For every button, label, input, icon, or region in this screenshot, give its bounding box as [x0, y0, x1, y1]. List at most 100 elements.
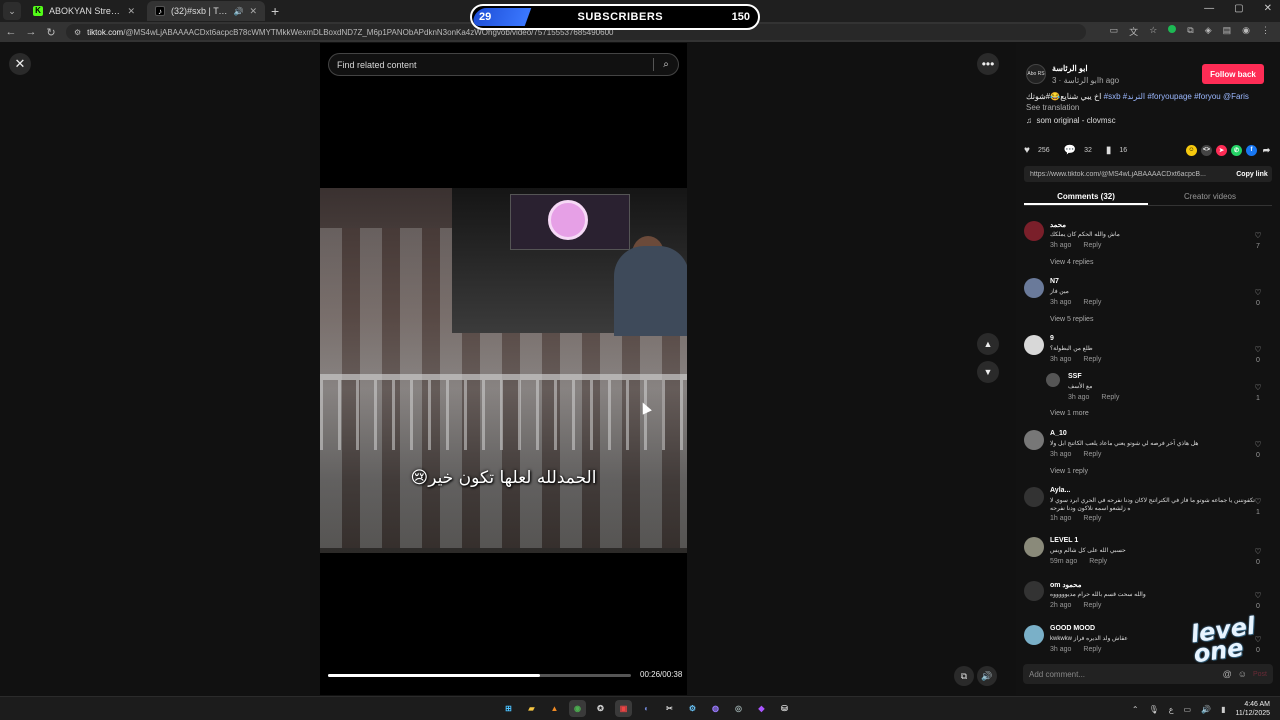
maximize-icon[interactable]: ▢ [1234, 3, 1243, 14]
comment-action[interactable]: 💬 32 [1064, 145, 1092, 156]
browser-tab-kick[interactable]: K ABOKYAN Stream - Watch Live ✕ [25, 1, 143, 21]
view-replies-button[interactable]: View 1 reply [1050, 468, 1088, 475]
view-more-replies-button[interactable]: View 1 more [1050, 410, 1089, 417]
author-avatar[interactable]: Abo RS [1026, 64, 1046, 84]
app-icon[interactable]: ◆ [753, 700, 770, 717]
comment-like[interactable]: ♡ 0 [1252, 288, 1264, 307]
comment-avatar[interactable] [1024, 537, 1044, 557]
comment-avatar[interactable] [1024, 581, 1044, 601]
comment-like[interactable]: ♡ 7 [1252, 231, 1264, 250]
embed-icon[interactable]: <> [1201, 144, 1212, 156]
search-icon[interactable]: ⌕ [654, 59, 678, 70]
app-icon[interactable]: ▲ [546, 700, 563, 717]
view-replies-button[interactable]: View 5 replies [1050, 316, 1093, 323]
tray-overflow-icon[interactable]: ⌃ [1132, 705, 1139, 714]
extension-icon[interactable]: ▤ [1223, 25, 1232, 38]
previous-video-button[interactable]: ▲ [977, 333, 999, 355]
comment-username[interactable]: SSF [1068, 373, 1082, 380]
reload-icon[interactable]: ↻ [42, 26, 60, 39]
comment-avatar[interactable] [1046, 373, 1060, 387]
caption-hashtags[interactable]: #sxb #الترند #foryoupage #foryou @Faris [1104, 92, 1249, 101]
comment-username[interactable]: Ayla... [1050, 487, 1070, 494]
app-icon[interactable]: ◎ [730, 700, 747, 717]
post-comment-button[interactable]: Post [1253, 671, 1267, 678]
comment-like[interactable]: ♡ 1 [1252, 383, 1264, 402]
system-clock[interactable]: 4:46 AM 11/12/2025 [1235, 700, 1270, 718]
browser-menu-icon[interactable]: ⋮ [1261, 25, 1270, 38]
battery-icon[interactable]: ▮ [1221, 705, 1225, 714]
browser-tab-tiktok[interactable]: ♪ (32)#sxb | TikTok 🔊 ✕ [147, 1, 265, 21]
capcut-icon[interactable]: ✂ [661, 700, 678, 717]
comment-avatar[interactable] [1024, 625, 1044, 645]
comment-username[interactable]: LEVEL 1 [1050, 537, 1078, 544]
app-icon[interactable]: ✪ [592, 700, 609, 717]
volume-button[interactable]: 🔊 [977, 666, 997, 686]
extension-green-icon[interactable] [1168, 25, 1177, 33]
speaker-icon[interactable]: 🔊 [1201, 705, 1211, 714]
tab-comments[interactable]: Comments (32) [1024, 188, 1148, 205]
app-icon[interactable]: ⛁ [776, 700, 793, 717]
sound-link[interactable]: ♫ som original - clovmsc [1026, 116, 1116, 125]
obs-icon[interactable]: ▣ [615, 700, 632, 717]
reply-button[interactable]: Reply [1083, 646, 1101, 653]
site-info-icon[interactable]: ⚙ [74, 28, 81, 37]
comment-like[interactable]: ♡ 0 [1252, 345, 1264, 364]
network-icon[interactable]: ▭ [1184, 705, 1192, 714]
audio-playing-icon[interactable]: 🔊 [233, 7, 243, 16]
file-explorer-icon[interactable]: ▰ [523, 700, 540, 717]
minimize-icon[interactable]: — [1204, 3, 1214, 14]
reply-button[interactable]: Reply [1083, 356, 1101, 363]
see-translation-link[interactable]: See translation [1026, 103, 1079, 112]
reply-button[interactable]: Reply [1083, 451, 1101, 458]
comment-username[interactable]: A_10 [1050, 430, 1067, 437]
comment-like[interactable]: ♡ 1 [1252, 497, 1264, 516]
steam-icon[interactable]: ⚙ [684, 700, 701, 717]
video-progress-bar[interactable] [328, 674, 631, 677]
app-icon[interactable]: ◍ [707, 700, 724, 717]
comment-avatar[interactable] [1024, 278, 1044, 298]
follow-back-button[interactable]: Follow back [1202, 64, 1264, 84]
comment-avatar[interactable] [1024, 487, 1044, 507]
discord-icon[interactable]: ◐ [638, 700, 655, 717]
chrome-icon[interactable]: ◉ [569, 700, 586, 717]
whatsapp-icon[interactable]: ✆ [1231, 144, 1242, 156]
like-action[interactable]: ♥ 256 [1024, 145, 1050, 156]
comment-username[interactable]: GOOD MOOD [1050, 625, 1095, 632]
video-player[interactable]: ⌕ الحمدلله لعلها تكون خير😢 00:26/00:38 [320, 43, 687, 695]
video-frame[interactable]: الحمدلله لعلها تكون خير😢 [320, 188, 687, 553]
comment-username[interactable]: 9 [1050, 335, 1054, 342]
close-tab-icon[interactable]: ✕ [249, 6, 257, 17]
friends-share-icon[interactable]: ☺ [1186, 144, 1197, 156]
related-search-input[interactable] [337, 59, 653, 70]
extension-icon[interactable]: ◈ [1205, 25, 1212, 38]
facebook-icon[interactable]: f [1246, 144, 1257, 156]
reply-button[interactable]: Reply [1089, 558, 1107, 565]
comment-avatar[interactable] [1024, 430, 1044, 450]
back-arrow-icon[interactable]: ← [2, 26, 20, 38]
close-tab-icon[interactable]: ✕ [127, 6, 135, 17]
comment-username[interactable]: om محمود [1050, 581, 1082, 589]
share-arrow-icon[interactable]: ➦ [1261, 145, 1272, 156]
copy-link-button[interactable]: Copy link [1232, 171, 1272, 178]
comment-username[interactable]: N7 [1050, 278, 1059, 285]
reply-button[interactable]: Reply [1083, 515, 1101, 522]
close-video-button[interactable]: ✕ [9, 53, 31, 75]
more-options-button[interactable]: ••• [977, 53, 999, 75]
reply-button[interactable]: Reply [1083, 602, 1101, 609]
comment-like[interactable]: ♡ 0 [1252, 547, 1264, 566]
windows-start-icon[interactable]: ⊞ [500, 700, 517, 717]
translate-icon[interactable]: 文 [1129, 25, 1138, 38]
reply-button[interactable]: Reply [1083, 242, 1101, 249]
tab-search-button[interactable]: ⌄ [3, 2, 21, 20]
view-replies-button[interactable]: View 4 replies [1050, 259, 1093, 266]
new-tab-button[interactable]: + [271, 3, 279, 19]
author-name[interactable]: ابو الرئاسة [1052, 64, 1088, 73]
tab-creator-videos[interactable]: Creator videos [1148, 188, 1272, 205]
comment-avatar[interactable] [1024, 221, 1044, 241]
profile-avatar-icon[interactable]: ◉ [1242, 25, 1250, 38]
forward-arrow-icon[interactable]: → [22, 26, 40, 38]
send-icon[interactable]: ➤ [1216, 144, 1227, 156]
save-action[interactable]: ▮ 16 [1106, 145, 1127, 156]
reply-button[interactable]: Reply [1083, 299, 1101, 306]
extensions-puzzle-icon[interactable]: ⧉ [1187, 25, 1193, 38]
